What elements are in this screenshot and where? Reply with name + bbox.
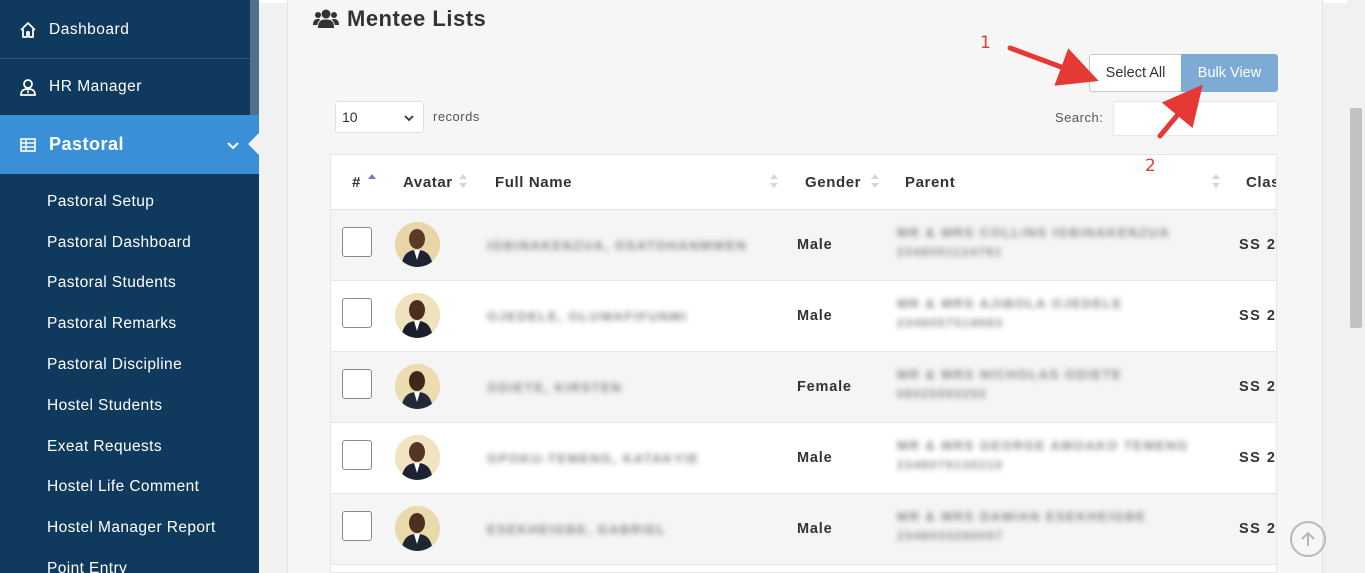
annotation-arrows: [1007, 45, 1203, 139]
arrow-to-bulk-view: [1157, 84, 1203, 139]
arrow-to-select-all: [1007, 45, 1099, 86]
